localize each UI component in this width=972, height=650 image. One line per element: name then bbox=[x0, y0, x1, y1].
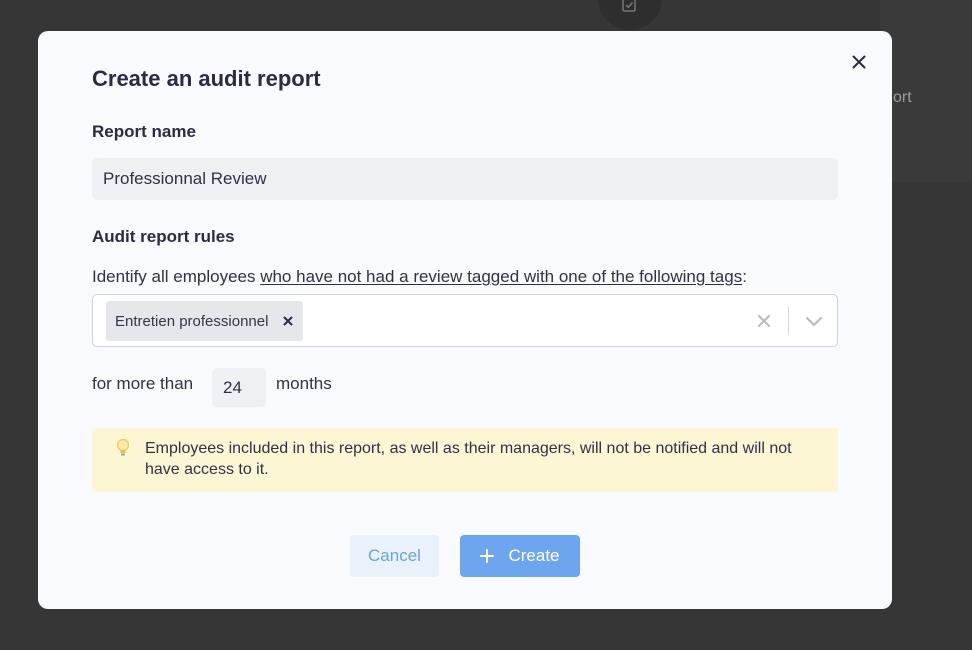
close-icon[interactable] bbox=[849, 52, 869, 72]
background-text: ort bbox=[893, 89, 912, 106]
tags-select[interactable]: Entretien professionnel bbox=[92, 294, 838, 347]
period-prefix: for more than bbox=[92, 374, 194, 393]
rule-sentence: Identify all employees who have not had … bbox=[92, 267, 747, 287]
audit-rules-label: Audit report rules bbox=[92, 227, 235, 246]
create-audit-report-dialog: Create an audit report Report name Audit… bbox=[38, 31, 892, 609]
rule-sentence-link[interactable]: who have not had a review tagged with on… bbox=[260, 267, 742, 286]
tag-chip: Entretien professionnel bbox=[106, 301, 304, 341]
select-separator bbox=[788, 307, 789, 335]
clear-tags-icon[interactable] bbox=[757, 314, 771, 328]
report-name-label: Report name bbox=[92, 122, 196, 141]
checkbox-icon bbox=[622, 0, 636, 12]
plus-icon bbox=[480, 549, 495, 563]
create-button[interactable]: Create bbox=[460, 535, 580, 577]
notice-text: Employees included in this report, as we… bbox=[145, 440, 792, 478]
report-name-input[interactable] bbox=[92, 158, 838, 200]
background-avatar bbox=[598, 0, 662, 30]
tag-chip-label: Entretien professionnel bbox=[115, 312, 269, 330]
dialog-title: Create an audit report bbox=[92, 66, 321, 91]
notice-banner: Employees included in this report, as we… bbox=[92, 428, 838, 492]
rule-sentence-prefix: Identify all employees bbox=[92, 267, 261, 286]
create-button-label: Create bbox=[508, 546, 560, 565]
remove-tag-icon[interactable] bbox=[282, 315, 294, 327]
period-suffix: months bbox=[276, 374, 332, 393]
months-input[interactable] bbox=[212, 368, 266, 407]
cancel-button[interactable]: Cancel bbox=[350, 535, 439, 577]
rule-sentence-suffix: : bbox=[742, 267, 747, 286]
chevron-down-icon[interactable] bbox=[805, 314, 823, 328]
lightbulb-icon bbox=[116, 438, 130, 456]
